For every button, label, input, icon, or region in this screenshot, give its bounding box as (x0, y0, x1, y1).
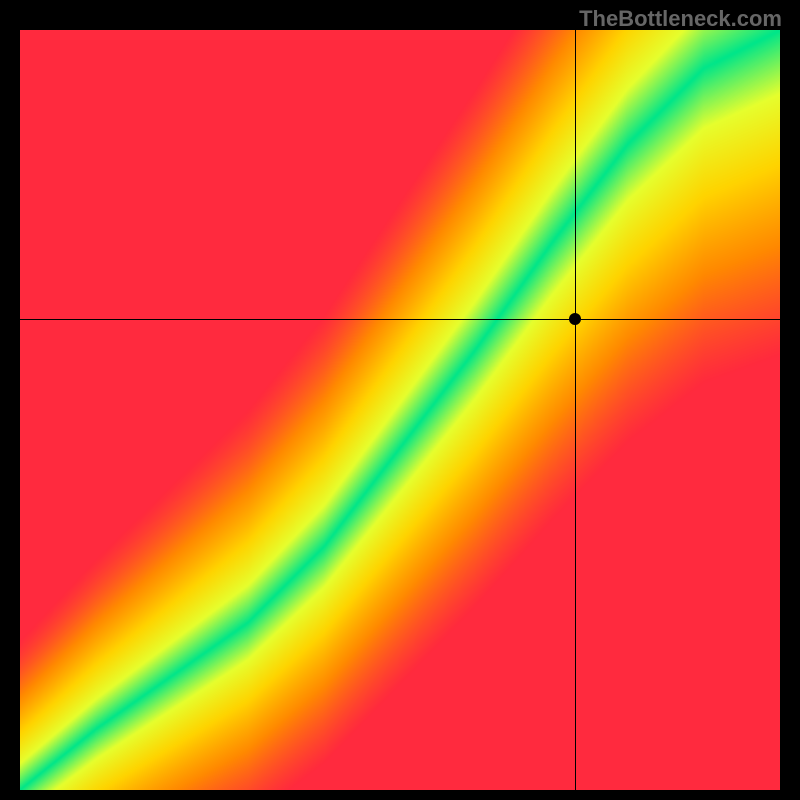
crosshair-vertical (575, 30, 576, 790)
heatmap-canvas (20, 30, 780, 790)
crosshair-horizontal (20, 319, 780, 320)
watermark-text: TheBottleneck.com (579, 6, 782, 32)
marker-dot (569, 313, 581, 325)
plot-area (20, 30, 780, 790)
chart-container: TheBottleneck.com (0, 0, 800, 800)
